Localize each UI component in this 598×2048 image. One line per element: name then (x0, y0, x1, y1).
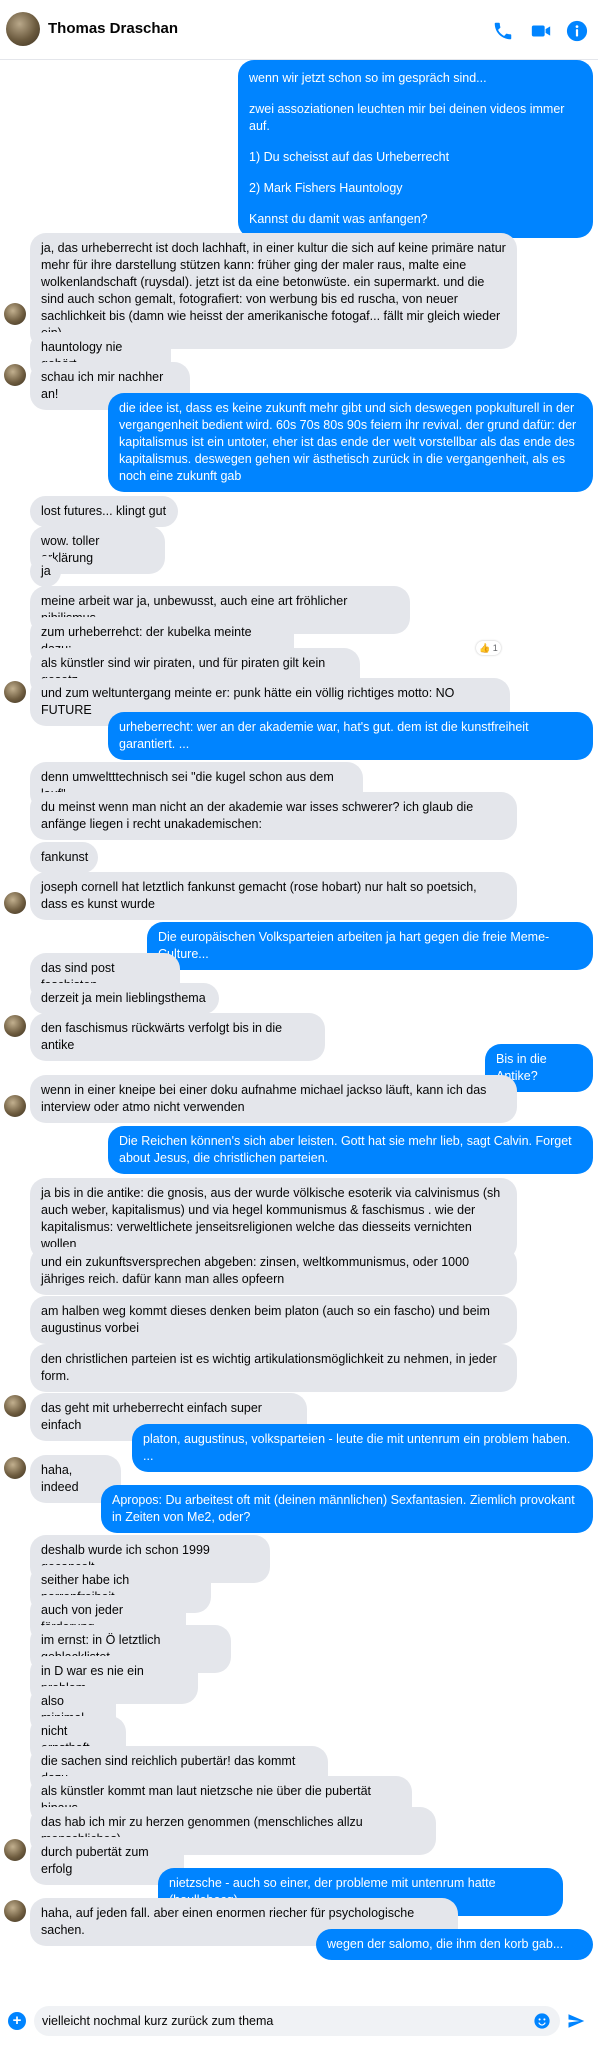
message-text: wegen der salomo, die ihm den korb gab..… (327, 1937, 564, 1951)
sender-avatar[interactable] (4, 1900, 26, 1922)
incoming-message[interactable]: joseph cornell hat letztlich fankunst ge… (30, 872, 517, 920)
incoming-message[interactable]: derzeit ja mein lieblingsthema (30, 983, 219, 1014)
message-text: Die Reichen können's sich aber leisten. … (119, 1134, 572, 1165)
message-paragraph: 2) Mark Fishers Hauntology (249, 181, 403, 195)
message-paragraph: 1) Du scheisst auf das Urheberrecht (249, 150, 450, 164)
sender-avatar[interactable] (4, 1395, 26, 1417)
sender-avatar[interactable] (4, 1015, 26, 1037)
sender-avatar[interactable] (4, 1457, 26, 1479)
message-paragraph: wenn wir jetzt schon so im gespräch sind… (249, 71, 487, 85)
outgoing-message[interactable]: platon, augustinus, volksparteien - leut… (132, 1424, 593, 1472)
message-text: die idee ist, dass es keine zukunft mehr… (119, 401, 577, 483)
message-text: du meinst wenn man nicht an der akademie… (41, 800, 474, 831)
emoji-icon[interactable] (534, 2013, 550, 2029)
sender-avatar[interactable] (4, 303, 26, 325)
incoming-message[interactable]: wenn in einer kneipe bei einer doku aufn… (30, 1075, 517, 1123)
message-input[interactable]: vielleicht nochmal kurz zurück zum thema (34, 2006, 560, 2036)
send-icon[interactable] (566, 2012, 586, 2030)
outgoing-message[interactable]: Die europäischen Volksparteien arbeiten … (147, 922, 593, 970)
contact-name[interactable]: Thomas Draschan (48, 20, 178, 37)
sender-avatar[interactable] (4, 364, 26, 386)
composer: + vielleicht nochmal kurz zurück zum the… (0, 2000, 598, 2048)
sender-avatar[interactable] (4, 681, 26, 703)
message-text: lost futures... klingt gut (41, 504, 167, 518)
incoming-message[interactable]: fankunst (30, 842, 98, 873)
message-text: fankunst (41, 850, 89, 864)
incoming-message[interactable]: und ein zukunftsversprechen abgeben: zin… (30, 1247, 517, 1295)
outgoing-message[interactable]: wegen der salomo, die ihm den korb gab..… (316, 1929, 593, 1960)
phone-icon[interactable] (492, 20, 514, 42)
message-text: am halben weg kommt dieses denken beim p… (41, 1304, 490, 1335)
incoming-message[interactable]: den christlichen parteien ist es wichtig… (30, 1344, 517, 1392)
incoming-message[interactable]: lost futures... klingt gut (30, 496, 178, 527)
message-text: joseph cornell hat letztlich fankunst ge… (41, 880, 477, 911)
sender-avatar[interactable] (4, 892, 26, 914)
plus-icon[interactable]: + (8, 2012, 26, 2030)
message-text: Apropos: Du arbeitest oft mit (deinen mä… (112, 1493, 575, 1524)
message-text: den christlichen parteien ist es wichtig… (41, 1352, 497, 1383)
message-text: ja (41, 564, 51, 578)
message-text: wenn in einer kneipe bei einer doku aufn… (41, 1083, 487, 1114)
chat-header: Thomas Draschan (0, 0, 598, 60)
message-text: den faschismus rückwärts verfolgt bis in… (41, 1021, 283, 1052)
incoming-message[interactable]: am halben weg kommt dieses denken beim p… (30, 1296, 517, 1344)
message-text: ja, das urheberrecht ist doch lachhaft, … (41, 241, 506, 340)
incoming-message[interactable]: den faschismus rückwärts verfolgt bis in… (30, 1013, 325, 1061)
message-paragraph: Kannst du damit was anfangen? (249, 212, 428, 226)
message-text: derzeit ja mein lieblingsthema (41, 991, 206, 1005)
reaction-badge[interactable]: 👍 1 (476, 641, 501, 655)
message-text: urheberrecht: wer an der akademie war, h… (119, 720, 529, 751)
incoming-message[interactable]: ja (30, 556, 61, 587)
video-call-icon[interactable] (530, 20, 552, 42)
message-text: platon, augustinus, volksparteien - leut… (143, 1432, 571, 1463)
message-text: durch pubertät zum erfolg (41, 1845, 149, 1876)
outgoing-message[interactable]: Die Reichen können's sich aber leisten. … (108, 1126, 593, 1174)
contact-avatar[interactable] (6, 12, 40, 46)
message-text: und ein zukunftsversprechen abgeben: zin… (41, 1255, 470, 1286)
message-text: Die europäischen Volksparteien arbeiten … (158, 930, 550, 961)
sender-avatar[interactable] (4, 1839, 26, 1861)
outgoing-message[interactable]: urheberrecht: wer an der akademie war, h… (108, 712, 593, 760)
sender-avatar[interactable] (4, 1095, 26, 1117)
incoming-message[interactable]: du meinst wenn man nicht an der akademie… (30, 792, 517, 840)
outgoing-message[interactable]: die idee ist, dass es keine zukunft mehr… (108, 393, 593, 492)
message-text: ja bis in die antike: die gnosis, aus de… (41, 1186, 501, 1251)
message-paragraph: zwei assoziationen leuchten mir bei dein… (249, 102, 565, 133)
message-thread[interactable]: wenn wir jetzt schon so im gespräch sind… (0, 60, 598, 2000)
info-icon[interactable] (566, 20, 588, 42)
message-text: haha, indeed (41, 1463, 79, 1494)
outgoing-message[interactable]: Apropos: Du arbeitest oft mit (deinen mä… (101, 1485, 593, 1533)
outgoing-message[interactable]: wenn wir jetzt schon so im gespräch sind… (238, 60, 593, 238)
